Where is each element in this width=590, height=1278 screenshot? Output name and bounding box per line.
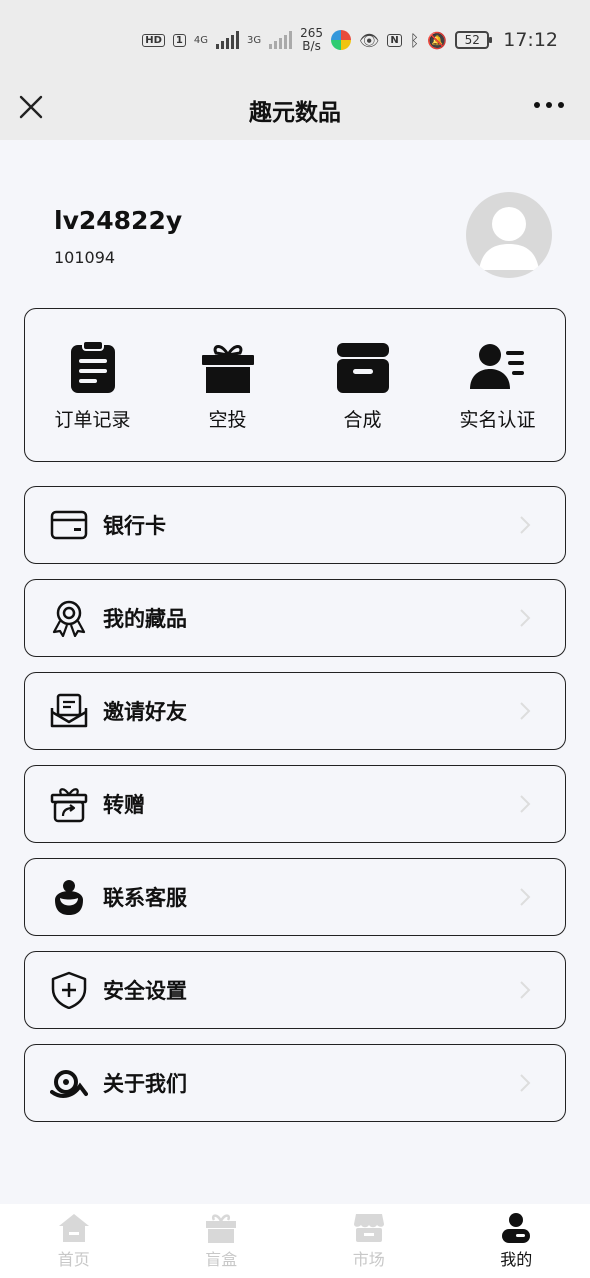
quick-action-label: 空投: [208, 408, 247, 431]
envelope-icon: [49, 691, 89, 731]
tab-label: 盲盒: [205, 1250, 238, 1269]
tab-profile[interactable]: 我的: [456, 1212, 576, 1270]
default-avatar-icon: [479, 207, 539, 270]
menu-item-label: 银行卡: [103, 514, 166, 538]
status-bar: HD 1 4G 3G 265 B/s 👁 N ᛒ 🔕 52 17:12: [0, 0, 590, 80]
page-title: 趣元数品: [249, 100, 341, 126]
nav-bar: 趣元数品: [0, 80, 590, 140]
menu-item-label: 转赠: [103, 793, 145, 817]
menu-item-customer-service[interactable]: 联系客服: [24, 858, 566, 936]
username: lv24822y: [54, 206, 183, 235]
hd-badge: HD: [142, 33, 165, 47]
tab-label: 市场: [352, 1250, 385, 1269]
chevron-right-icon: [520, 516, 531, 534]
sim-badge: 1: [172, 33, 186, 47]
quick-action-orders[interactable]: 订单记录: [30, 339, 155, 432]
eye-comfort-icon: 👁: [359, 30, 380, 50]
speed-unit: B/s: [302, 39, 321, 53]
menu-item-collections[interactable]: 我的藏品: [24, 579, 566, 657]
quick-action-label: 合成: [343, 408, 382, 431]
chevron-right-icon: [520, 888, 531, 906]
award-ribbon-icon: [49, 598, 89, 638]
chevron-right-icon: [520, 1074, 531, 1092]
gift-icon: [201, 344, 254, 393]
user-id: 101094: [54, 248, 116, 267]
network-speed: 265 B/s: [300, 27, 323, 53]
id-card-icon: [469, 343, 524, 389]
tab-label: 我的: [500, 1250, 533, 1269]
shield-plus-icon: [49, 970, 89, 1010]
quick-action-synthesis[interactable]: 合成: [300, 339, 425, 432]
home-icon: [58, 1214, 89, 1242]
about-logo-icon: [49, 1063, 89, 1103]
menu-item-label: 安全设置: [103, 979, 187, 1003]
menu-item-label: 邀请好友: [103, 700, 187, 724]
avatar[interactable]: [466, 192, 552, 278]
quick-actions-card: 订单记录 空投 合成 实名认证: [24, 308, 566, 462]
bank-card-icon: [49, 505, 89, 545]
app-notification-icon: [331, 30, 352, 50]
customer-service-icon: [49, 877, 89, 917]
chevron-right-icon: [520, 609, 531, 627]
speed-value: 265: [300, 26, 324, 40]
profile-icon: [502, 1213, 531, 1243]
tab-home[interactable]: 首页: [14, 1212, 134, 1270]
chevron-right-icon: [520, 702, 531, 720]
network-3g-label: 3G: [246, 34, 262, 46]
signal-strength-icon: [215, 31, 239, 49]
mute-bell-icon: 🔕: [427, 30, 448, 50]
tab-market[interactable]: 市场: [309, 1212, 429, 1270]
quick-action-airdrop[interactable]: 空投: [165, 339, 290, 432]
archive-box-icon: [336, 342, 389, 393]
signal-strength-icon-2: [269, 31, 293, 49]
quick-action-label: 订单记录: [54, 408, 131, 431]
menu-item-label: 我的藏品: [103, 607, 187, 631]
market-icon: [353, 1214, 384, 1242]
battery-icon: 52: [455, 31, 493, 49]
bottom-tab-bar: 首页 盲盒 市场 我的: [0, 1204, 590, 1278]
menu-item-bank-card[interactable]: 银行卡: [24, 486, 566, 564]
menu-item-invite-friends[interactable]: 邀请好友: [24, 672, 566, 750]
bluetooth-icon: ᛒ: [409, 30, 420, 50]
chevron-right-icon: [520, 795, 531, 813]
menu-item-label: 关于我们: [103, 1072, 187, 1096]
menu-item-label: 联系客服: [103, 886, 187, 910]
status-time: 17:12: [503, 29, 558, 51]
menu-item-about-us[interactable]: 关于我们: [24, 1044, 566, 1122]
nfc-icon: N: [387, 33, 402, 47]
network-4g-label: 4G: [193, 34, 208, 46]
close-icon[interactable]: [18, 94, 44, 120]
tab-label: 首页: [57, 1250, 90, 1269]
tab-blind-box[interactable]: 盲盒: [161, 1212, 281, 1270]
gift-share-icon: [49, 784, 89, 824]
menu-item-transfer-gift[interactable]: 转赠: [24, 765, 566, 843]
chevron-right-icon: [520, 981, 531, 999]
more-options-icon[interactable]: [534, 102, 564, 108]
quick-action-label: 实名认证: [459, 408, 536, 431]
profile-header: lv24822y 101094: [0, 180, 590, 290]
blind-box-icon: [206, 1214, 237, 1243]
quick-action-verify[interactable]: 实名认证: [435, 339, 560, 432]
clipboard-icon: [70, 339, 115, 393]
menu-item-security-settings[interactable]: 安全设置: [24, 951, 566, 1029]
